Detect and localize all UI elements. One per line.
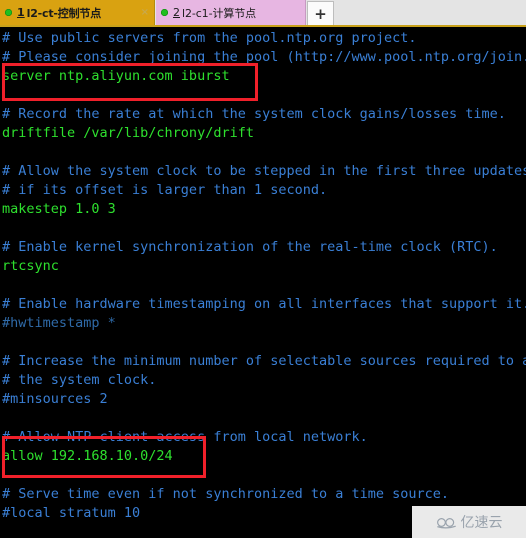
- terminal-line: server ntp.aliyun.com iburst: [2, 68, 230, 84]
- connection-status-dot-icon: [5, 9, 12, 16]
- terminal-line: # Allow NTP client access from local net…: [2, 429, 368, 445]
- terminal-line: # Allow the system clock to be stepped i…: [2, 163, 526, 179]
- terminal-line: # Use public servers from the pool.ntp.o…: [2, 30, 417, 46]
- terminal-line: # if its offset is larger than 1 second.: [2, 182, 328, 198]
- tab-index: 2: [173, 6, 180, 19]
- terminal-tab-bar: 1 l2-ct-控制节点 × 2 l2-c1-计算节点 +: [0, 0, 526, 27]
- watermark: 亿速云: [412, 506, 526, 538]
- terminal-line: # Please consider joining the pool (http…: [2, 49, 526, 65]
- close-icon[interactable]: ×: [135, 7, 149, 18]
- terminal-line: # Serve time even if not synchronized to…: [2, 486, 450, 502]
- terminal-line: # the system clock.: [2, 372, 157, 388]
- terminal-line: allow 192.168.10.0/24: [2, 448, 173, 464]
- new-tab-button[interactable]: +: [307, 1, 334, 25]
- terminal-line: driftfile /var/lib/chrony/drift: [2, 125, 254, 141]
- tab-title: l2-ct-控制节点: [26, 6, 102, 20]
- terminal-line: # Enable hardware timestamping on all in…: [2, 296, 526, 312]
- tab-title: l2-c1-计算节点: [182, 6, 257, 20]
- terminal-line: #hwtimestamp *: [2, 315, 116, 331]
- terminal-line: # Enable kernel synchronization of the r…: [2, 239, 498, 255]
- cloud-icon: [436, 516, 458, 529]
- terminal-line: makestep 1.0 3: [2, 201, 116, 217]
- tab-index: 1: [17, 6, 25, 19]
- tab-l2-c1[interactable]: 2 l2-c1-计算节点: [156, 0, 306, 25]
- terminal-line: # Increase the minimum number of selecta…: [2, 353, 526, 369]
- terminal-line: #minsources 2: [2, 391, 108, 407]
- watermark-text: 亿速云: [460, 515, 503, 531]
- tab-l2-ct[interactable]: 1 l2-ct-控制节点 ×: [0, 0, 155, 25]
- terminal-line: # Record the rate at which the system cl…: [2, 106, 506, 122]
- terminal-body[interactable]: # Use public servers from the pool.ntp.o…: [0, 27, 526, 538]
- terminal-text-lines: # Use public servers from the pool.ntp.o…: [2, 29, 526, 523]
- connection-status-dot-icon: [161, 9, 168, 16]
- terminal-line: rtcsync: [2, 258, 59, 274]
